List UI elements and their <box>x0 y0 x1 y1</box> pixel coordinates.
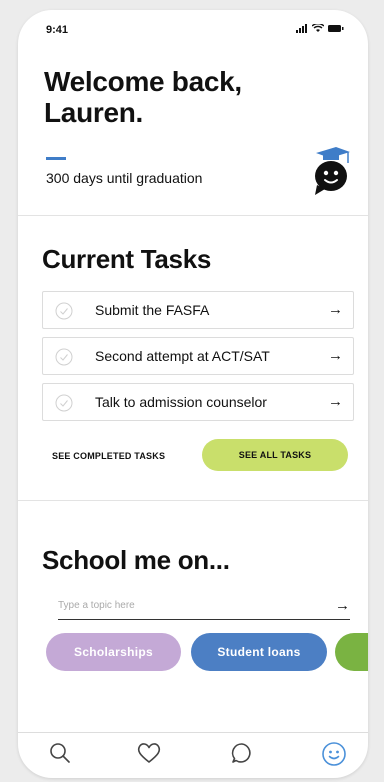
bottom-tab-bar <box>18 732 368 778</box>
section-divider <box>18 215 368 216</box>
battery-icon <box>328 25 344 32</box>
task-label: Submit the FASFA <box>95 302 210 318</box>
task-row[interactable]: Submit the FASFA → <box>42 291 354 329</box>
see-all-tasks-button[interactable]: SEE ALL TASKS <box>202 439 348 471</box>
task-label: Second attempt at ACT/SAT <box>95 348 270 364</box>
topic-input-placeholder: Type a topic here <box>58 600 135 611</box>
section-divider <box>18 500 368 501</box>
phone-screen: 9:41 Welcome back, Lauren. 300 days unti… <box>18 10 368 778</box>
search-icon[interactable] <box>48 741 72 765</box>
graduate-mascot-icon <box>315 147 350 195</box>
chip-scholarships[interactable]: Scholarships <box>46 633 181 671</box>
check-circle-icon[interactable] <box>55 394 73 412</box>
chip-partial[interactable] <box>335 633 368 671</box>
accent-dash <box>46 157 66 160</box>
graduation-countdown: 300 days until graduation <box>46 170 203 186</box>
status-bar: 9:41 <box>18 10 368 44</box>
profile-smiley-icon[interactable] <box>321 741 347 767</box>
check-circle-icon[interactable] <box>55 348 73 366</box>
heart-icon[interactable] <box>136 741 162 765</box>
wifi-icon <box>312 24 324 32</box>
status-time: 9:41 <box>46 24 69 36</box>
task-row[interactable]: Talk to admission counselor → <box>42 383 354 421</box>
task-label: Talk to admission counselor <box>95 394 267 410</box>
check-circle-icon[interactable] <box>55 302 73 320</box>
see-completed-tasks-link[interactable]: SEE COMPLETED TASKS <box>52 451 165 461</box>
topic-search-input[interactable]: Type a topic here → <box>58 595 350 620</box>
arrow-right-icon[interactable]: → <box>328 301 343 318</box>
system-icons <box>296 24 344 33</box>
submit-arrow-icon[interactable]: → <box>335 597 350 614</box>
arrow-right-icon[interactable]: → <box>328 393 343 410</box>
current-tasks-heading: Current Tasks <box>42 244 212 274</box>
welcome-heading: Welcome back, Lauren. <box>44 66 242 128</box>
signal-icon <box>296 24 307 33</box>
school-me-on-heading: School me on... <box>42 545 230 575</box>
task-row[interactable]: Second attempt at ACT/SAT → <box>42 337 354 375</box>
arrow-right-icon[interactable]: → <box>328 347 343 364</box>
chat-icon[interactable] <box>230 741 254 765</box>
chip-student-loans[interactable]: Student loans <box>191 633 327 671</box>
